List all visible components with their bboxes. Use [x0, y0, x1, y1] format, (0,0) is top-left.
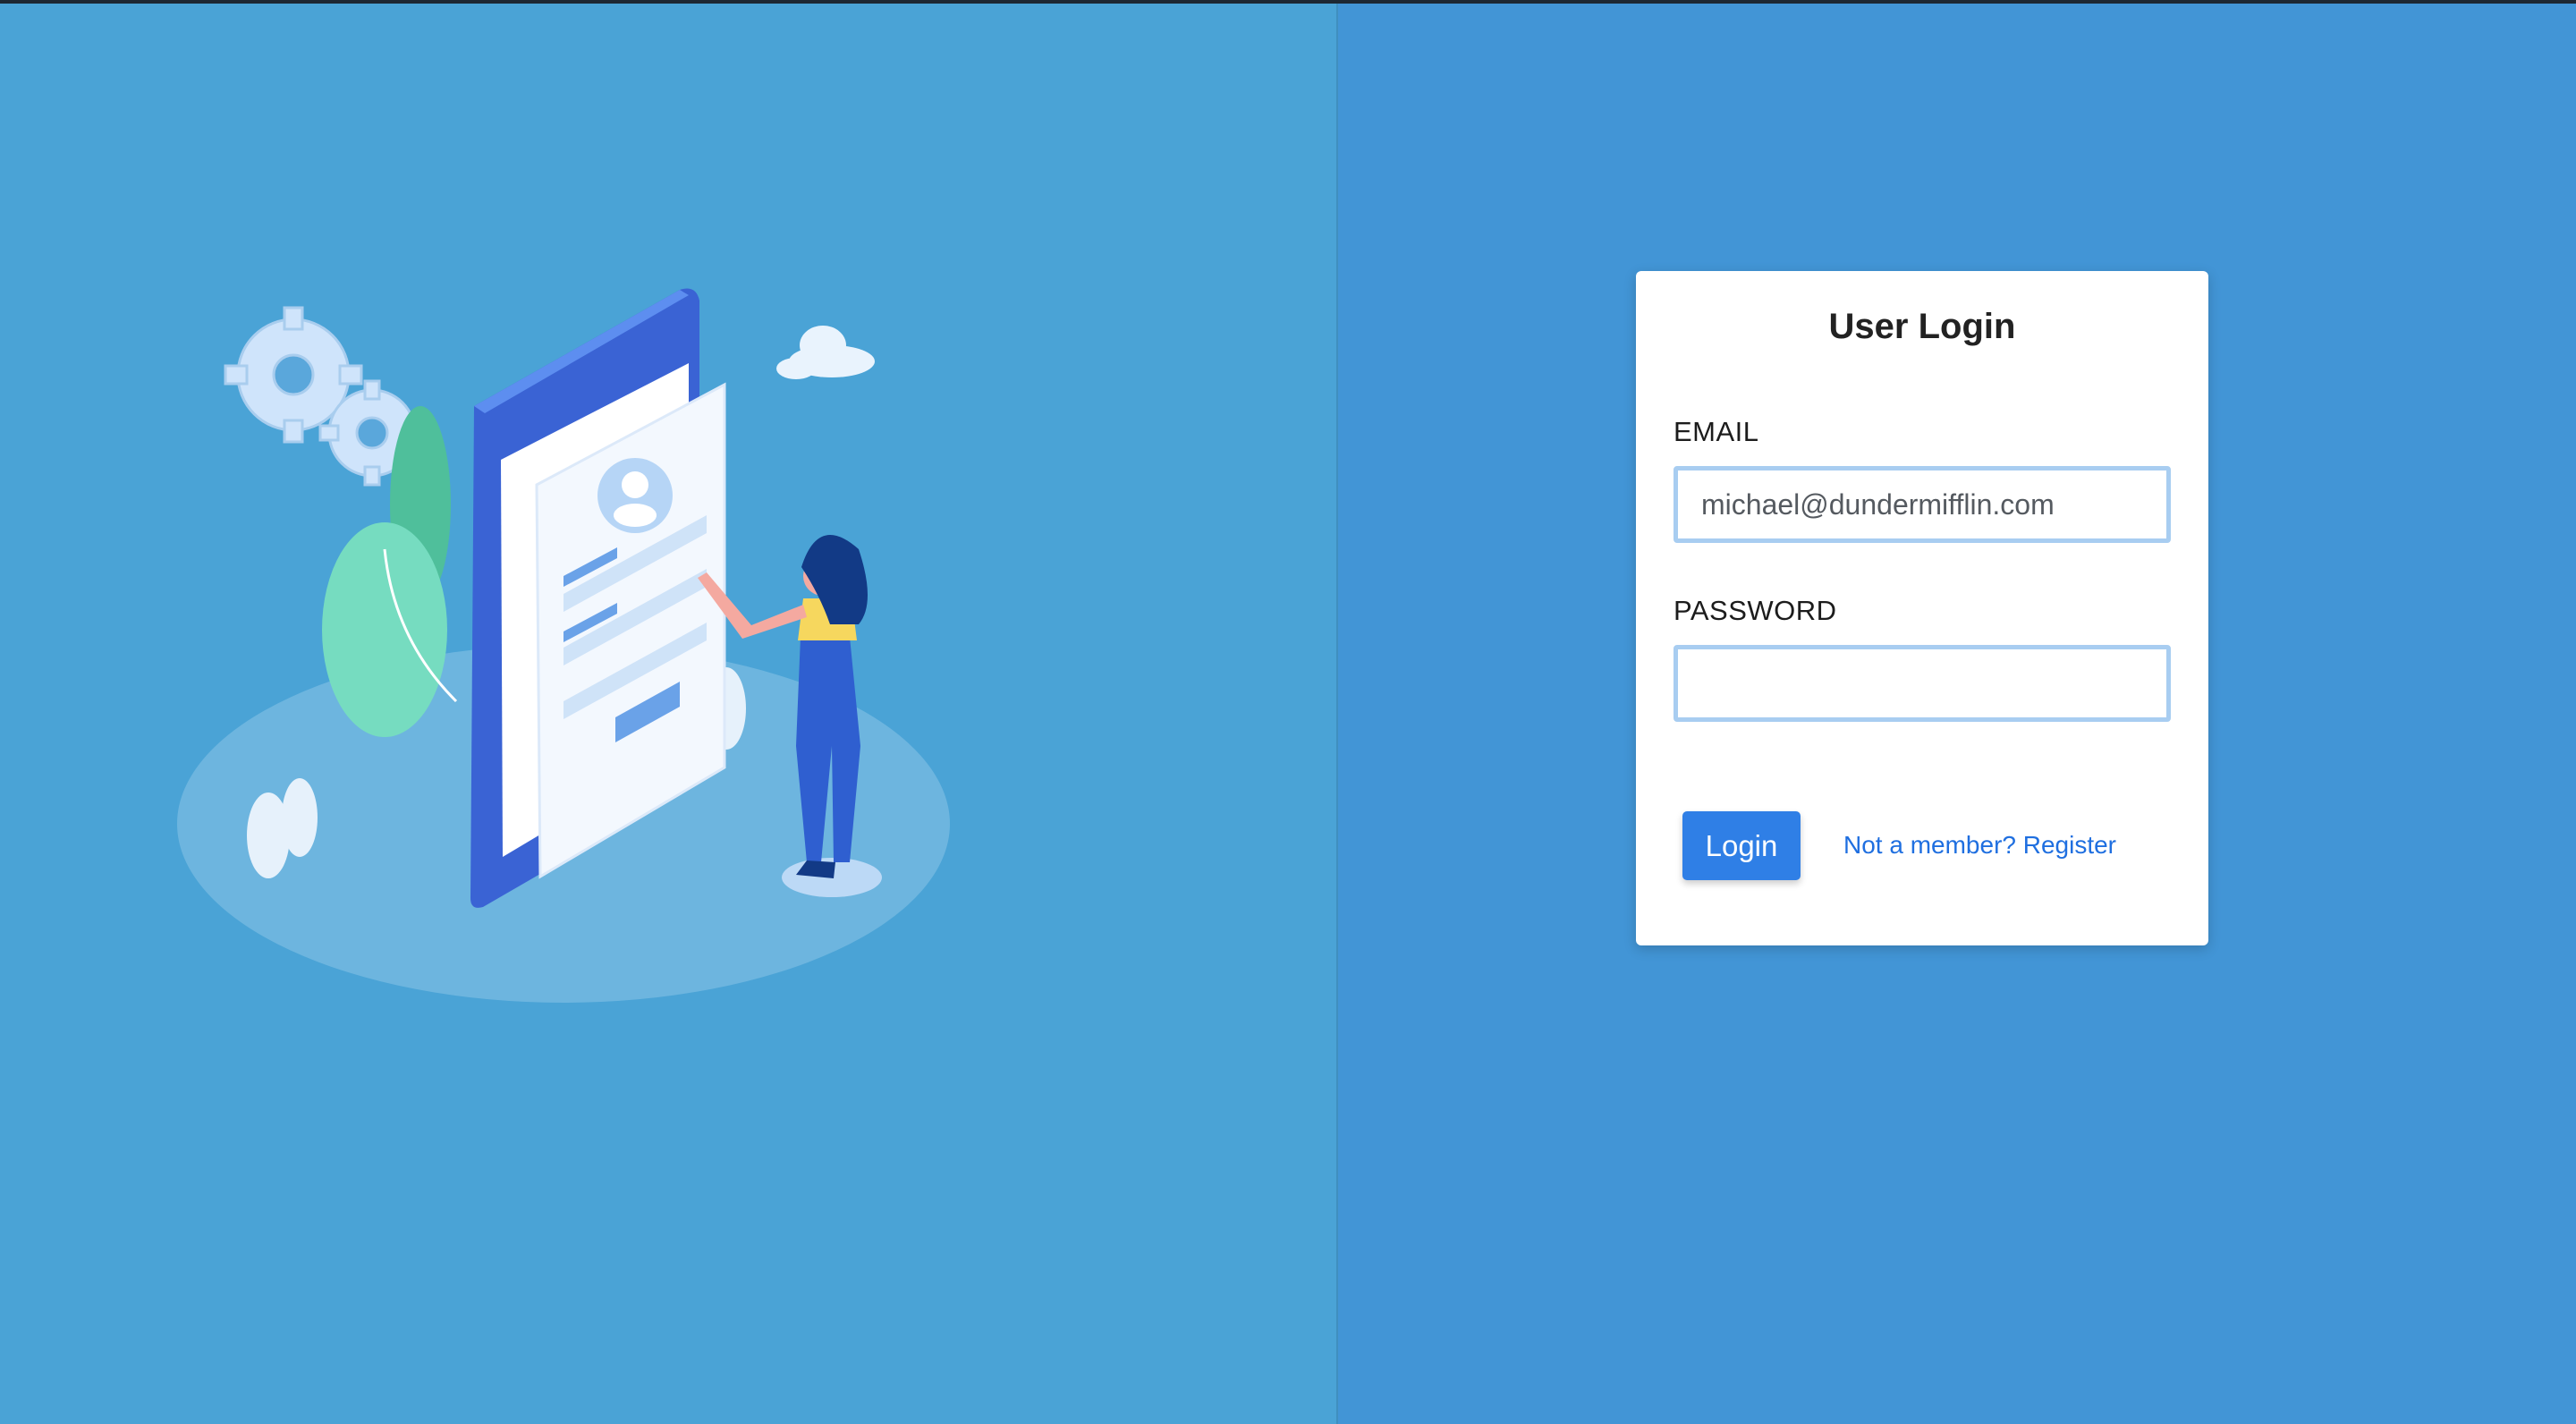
login-panel: User Login EMAIL PASSWORD Login Not a me…	[1338, 4, 2576, 1424]
login-page: User Login EMAIL PASSWORD Login Not a me…	[0, 0, 2576, 1424]
illustration-panel	[0, 4, 1338, 1424]
login-card: User Login EMAIL PASSWORD Login Not a me…	[1636, 271, 2208, 945]
password-label: PASSWORD	[1674, 595, 1837, 626]
password-field[interactable]	[1674, 645, 2171, 722]
phone-signup-illustration	[177, 288, 950, 1003]
email-field[interactable]	[1674, 466, 2171, 543]
login-button[interactable]: Login	[1682, 811, 1801, 880]
register-link[interactable]: Not a member? Register	[1843, 831, 2116, 860]
page-title: User Login	[1828, 307, 2016, 346]
cloud-icon	[776, 326, 875, 379]
email-label: EMAIL	[1674, 416, 1759, 447]
